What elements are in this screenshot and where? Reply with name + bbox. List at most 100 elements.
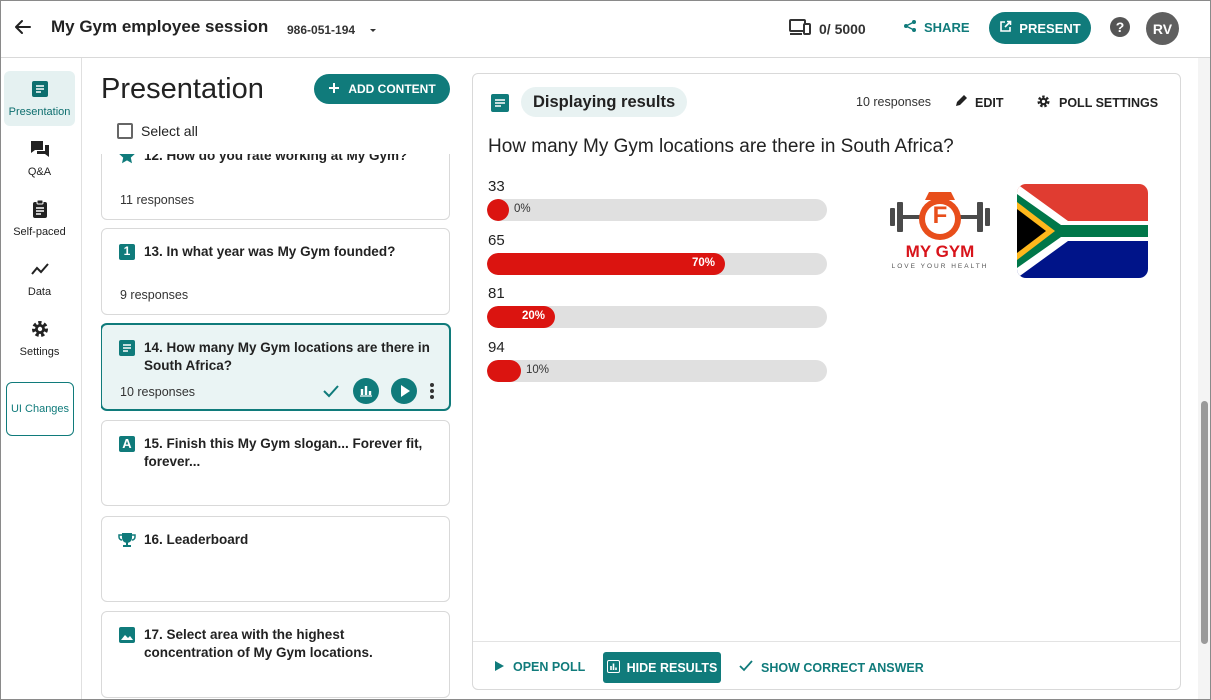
page-scrollbar[interactable] [1198,58,1210,699]
nav-label-data: Data [27,286,52,298]
add-content-button[interactable]: ADD CONTENT [314,74,450,104]
show-correct-answer-button[interactable]: SHOW CORRECT ANSWER [739,660,924,675]
checkbox-icon[interactable] [117,123,133,139]
content-card-selected[interactable]: 14. How many My Gym locations are there … [101,324,450,410]
help-icon[interactable]: ? [1110,17,1130,37]
edit-button[interactable]: EDIT [954,94,1003,111]
share-button[interactable]: SHARE [903,19,970,36]
star-icon [118,154,136,165]
caret-down-icon[interactable] [367,23,379,35]
card-title: 14. How many My Gym locations are there … [144,340,430,373]
session-title: My Gym employee session [51,17,269,36]
nav-label-settings: Settings [19,346,60,358]
result-option-label: 94 [488,339,505,356]
present-button[interactable]: PRESENT [989,12,1091,44]
result-bar-track: 10% [487,360,827,382]
hide-results-label: HIDE RESULTS [626,660,718,675]
check-icon[interactable] [321,381,341,406]
result-bar-track: 70% [487,253,827,275]
card-responses: 9 responses [120,288,189,302]
nav-label-qa: Q&A [27,166,52,178]
content-card[interactable]: 16. Leaderboard [101,516,450,602]
play-icon[interactable] [391,378,417,409]
result-option-label: 33 [488,178,505,195]
content-card[interactable]: A 15. Finish this My Gym slogan... Forev… [101,420,450,506]
bar-chart-icon [606,659,620,676]
card-title: 15. Finish this My Gym slogan... Forever… [144,436,423,469]
card-title: 13. In what year was My Gym founded? [144,244,396,259]
device-count-text: 0/ 5000 [819,20,866,37]
pencil-icon [954,94,968,111]
nav-item-data[interactable]: Data [4,251,75,306]
scrollbar-thumb[interactable] [1201,401,1208,644]
gear-icon [30,319,50,342]
card-responses: 11 responses [120,193,195,207]
chat-icon [30,139,50,162]
result-bar-track: 20% [487,306,827,328]
top-header: My Gym employee session 986-051-194 0/ 5… [1,1,1210,58]
result-percent: 20% [521,310,545,322]
open-poll-label: OPEN POLL [513,660,586,674]
select-all-label: Select all [141,123,198,139]
nav-item-qa[interactable]: Q&A [4,131,75,186]
nav-item-self-paced[interactable]: Self-paced [4,191,75,246]
show-correct-label: SHOW CORRECT ANSWER [761,660,924,675]
card-title: 16. Leaderboard [144,532,249,547]
result-percent: 0% [514,203,531,215]
clipboard-icon [30,199,50,222]
app-window: My Gym employee session 986-051-194 0/ 5… [0,0,1211,700]
devices-icon [789,18,811,39]
logo-text: MY GYM [905,242,975,261]
more-vertical-icon[interactable] [429,382,435,405]
card-responses: 10 responses [120,385,196,399]
content-card[interactable]: 12. How do you rate working at My Gym? 1… [101,154,450,220]
share-icon [903,19,917,36]
hide-results-button[interactable]: HIDE RESULTS [603,652,721,683]
trending-icon [30,259,50,282]
plus-icon [328,82,340,97]
result-bar-fill [487,199,509,221]
result-bar-fill: 20% [487,306,555,328]
edit-label: EDIT [975,95,1004,110]
results-panel: Displaying results 10 responses EDIT POL… [472,73,1181,690]
text-list-icon [118,339,136,357]
result-bar-track: 0% [487,199,827,221]
poll-settings-button[interactable]: POLL SETTINGS [1036,94,1158,112]
image-icon [118,626,136,644]
card-actions [321,378,435,409]
status-chip: Displaying results [521,87,688,117]
back-arrow-icon[interactable] [11,15,35,39]
present-label: PRESENT [1019,20,1081,36]
results-chart-icon[interactable] [353,378,379,409]
check-icon [739,660,753,675]
gear-icon [1036,94,1051,112]
play-icon [495,660,504,674]
avatar[interactable]: RV [1146,12,1179,45]
presentation-icon [30,79,50,102]
panel-footer: OPEN POLL HIDE RESULTS SHOW CORRECT ANSW… [473,641,1180,690]
number-icon: 1 [118,243,136,261]
my-gym-logo: F MY GYM LOVE YOUR HEALTH [885,182,995,277]
device-count: 0/ 5000 [789,18,866,39]
logo-letter: F [932,202,948,229]
session-code[interactable]: 986-051-194 [287,23,355,37]
open-external-icon [999,20,1012,36]
ui-changes-button[interactable]: UI Changes [6,382,74,436]
nav-item-presentation[interactable]: Presentation [4,71,75,126]
content-card[interactable]: 1 13. In what year was My Gym founded? 9… [101,228,450,315]
content-list: 12. How do you rate working at My Gym? 1… [101,154,451,699]
trophy-icon [118,531,136,549]
nav-item-settings[interactable]: Settings [4,311,75,366]
open-poll-button[interactable]: OPEN POLL [495,660,585,674]
select-all-checkbox[interactable]: Select all [117,123,198,139]
content-card[interactable]: 17. Select area with the highest concent… [101,611,450,698]
card-title: 17. Select area with the highest concent… [144,627,373,660]
letter-icon-text: A [122,436,132,451]
nav-label-presentation: Presentation [8,106,71,118]
share-label: SHARE [924,20,970,35]
result-option-label: 81 [488,285,505,302]
nav-label-self-paced: Self-paced [13,226,66,238]
left-nav: Presentation Q&A Self-paced Data Setting… [1,58,82,699]
letter-icon: A [118,435,136,453]
response-count: 10 responses [856,95,932,109]
